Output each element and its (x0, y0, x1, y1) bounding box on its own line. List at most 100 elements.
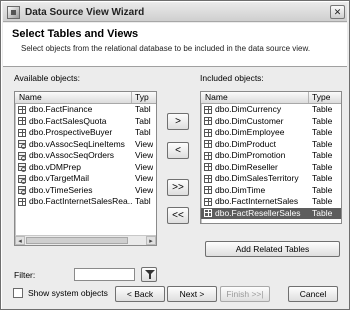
back-button[interactable]: < Back (115, 286, 165, 302)
list-item[interactable]: dbo.FactResellerSales Table (201, 207, 341, 219)
list-item[interactable]: dbo.DimProduct Table (201, 139, 341, 151)
add-button[interactable]: > (167, 113, 189, 130)
table-icon (204, 128, 212, 137)
list-item[interactable]: dbo.DimPromotion Table (201, 150, 341, 162)
scroll-left-icon[interactable]: ◂ (15, 236, 25, 245)
cancel-button[interactable]: Cancel (288, 286, 338, 302)
list-item-name: dbo.vDMPrep (15, 162, 132, 174)
scroll-right-icon[interactable]: ▸ (146, 236, 156, 245)
table-icon (204, 105, 212, 114)
list-item[interactable]: dbo.DimCustomer Table (201, 116, 341, 128)
list-item[interactable]: dbo.vDMPrep View (15, 162, 156, 174)
list-item[interactable]: dbo.FactInternetSalesRea... Tabl (15, 196, 156, 208)
list-item-type: View (135, 173, 154, 183)
filter-input[interactable] (74, 268, 135, 281)
list-item-name: dbo.DimCurrency (201, 104, 309, 116)
available-objects-list[interactable]: Name Typ dbo.FactFinance Tabl dbo.FactSale… (14, 91, 157, 246)
filter-button[interactable] (141, 267, 157, 282)
list-item[interactable]: dbo.DimSalesTerritory Table (201, 173, 341, 185)
finish-button[interactable]: Finish >>| (220, 286, 270, 302)
list-item-name: dbo.DimReseller (201, 162, 309, 174)
available-list-header: Name Typ (15, 92, 156, 104)
included-rows: dbo.DimCurrency Table dbo.DimCustomer Table… (201, 104, 341, 219)
list-item[interactable]: dbo.FactSalesQuota Tabl (15, 116, 156, 128)
list-item-type: Table (312, 207, 333, 218)
list-item-label: dbo.vAssocSeqOrders (29, 150, 115, 160)
column-header-type[interactable]: Type (309, 92, 330, 103)
column-header-type[interactable]: Typ (132, 92, 149, 103)
window-title: Data Source View Wizard (25, 6, 145, 18)
table-icon (204, 174, 212, 183)
list-item-name: dbo.FactSalesQuota (15, 116, 132, 128)
list-item-type: Table (312, 196, 333, 206)
available-rows: dbo.FactFinance Tabl dbo.FactSalesQuota Tab… (15, 104, 156, 208)
table-icon (18, 197, 26, 206)
show-system-objects-checkbox[interactable] (13, 288, 23, 298)
list-item-name: dbo.DimProduct (201, 139, 309, 151)
list-item-type: Table (312, 115, 333, 126)
list-item-type: View (135, 138, 154, 149)
view-icon (18, 163, 26, 172)
list-item-type: Table (312, 161, 333, 172)
list-item-label: dbo.DimCurrency (215, 104, 282, 114)
table-icon (204, 117, 212, 126)
list-item-name: dbo.vTargetMail (15, 173, 132, 185)
list-item-name: dbo.DimEmployee (201, 127, 309, 139)
table-icon (204, 197, 212, 206)
list-item-type: View (135, 184, 154, 195)
list-item-label: dbo.vTargetMail (29, 173, 90, 183)
wizard-header: Select Tables and Views Select objects f… (3, 23, 347, 67)
list-item-name: dbo.DimTime (201, 185, 309, 197)
list-item-label: dbo.vTimeSeries (29, 184, 93, 195)
list-item[interactable]: dbo.vAssocSeqLineItems View (15, 139, 156, 151)
column-header-name[interactable]: Name (201, 92, 309, 103)
remove-all-button[interactable]: << (167, 207, 189, 224)
list-item-name: dbo.DimPromotion (201, 150, 309, 162)
page-description: Select objects from the relational datab… (21, 44, 311, 53)
list-item-label: dbo.DimPromotion (215, 150, 286, 160)
table-icon (204, 186, 212, 195)
included-objects-label: Included objects: (200, 73, 264, 83)
list-item-name: dbo.vAssocSeqOrders (15, 150, 132, 162)
list-item-name: dbo.ProspectiveBuyer (15, 127, 132, 139)
table-icon (204, 140, 212, 149)
list-item-type: Tabl (135, 104, 151, 114)
list-item-name: dbo.FactInternetSalesRea... (15, 196, 132, 208)
list-item-label: dbo.FactInternetSales (215, 196, 299, 206)
list-item[interactable]: dbo.vAssocSeqOrders View (15, 150, 156, 162)
next-button[interactable]: Next > (167, 286, 217, 302)
list-item-label: dbo.FactResellerSales (215, 207, 301, 218)
list-item-label: dbo.ProspectiveBuyer (29, 127, 113, 137)
wizard-window: Data Source View Wizard ✕ Select Tables … (0, 0, 350, 310)
available-objects-label: Available objects: (14, 73, 80, 83)
list-item-label: dbo.DimEmployee (215, 127, 285, 137)
list-item-label: dbo.FactFinance (29, 104, 93, 114)
list-item-type: Tabl (135, 127, 151, 137)
list-item[interactable]: dbo.vTargetMail View (15, 173, 156, 185)
funnel-icon (145, 270, 155, 279)
add-related-tables-button[interactable]: Add Related Tables (205, 241, 340, 257)
list-item[interactable]: dbo.DimTime Table (201, 185, 341, 197)
view-icon (18, 140, 26, 149)
list-item[interactable]: dbo.FactInternetSales Table (201, 196, 341, 208)
list-item-name: dbo.vAssocSeqLineItems (15, 139, 132, 151)
list-item[interactable]: dbo.ProspectiveBuyer Tabl (15, 127, 156, 139)
remove-button[interactable]: < (167, 142, 189, 159)
included-objects-list[interactable]: Name Type dbo.DimCurrency Table dbo.DimCus… (200, 91, 342, 224)
list-item-label: dbo.vAssocSeqLineItems (29, 138, 125, 149)
app-icon (7, 5, 20, 19)
list-item[interactable]: dbo.DimEmployee Table (201, 127, 341, 139)
list-item[interactable]: dbo.DimCurrency Table (201, 104, 341, 116)
column-header-name[interactable]: Name (15, 92, 132, 103)
scroll-thumb[interactable] (26, 237, 128, 244)
list-item[interactable]: dbo.DimReseller Table (201, 162, 341, 174)
horizontal-scrollbar[interactable]: ◂ ▸ (15, 235, 156, 245)
list-item[interactable]: dbo.vTimeSeries View (15, 185, 156, 197)
title-bar[interactable]: Data Source View Wizard ✕ (3, 3, 347, 22)
add-all-button[interactable]: >> (167, 179, 189, 196)
list-item-label: dbo.FactSalesQuota (29, 115, 107, 126)
list-item-label: dbo.DimTime (215, 184, 266, 195)
list-item[interactable]: dbo.FactFinance Tabl (15, 104, 156, 116)
list-item-type: Table (312, 127, 333, 137)
close-icon[interactable]: ✕ (330, 5, 345, 19)
